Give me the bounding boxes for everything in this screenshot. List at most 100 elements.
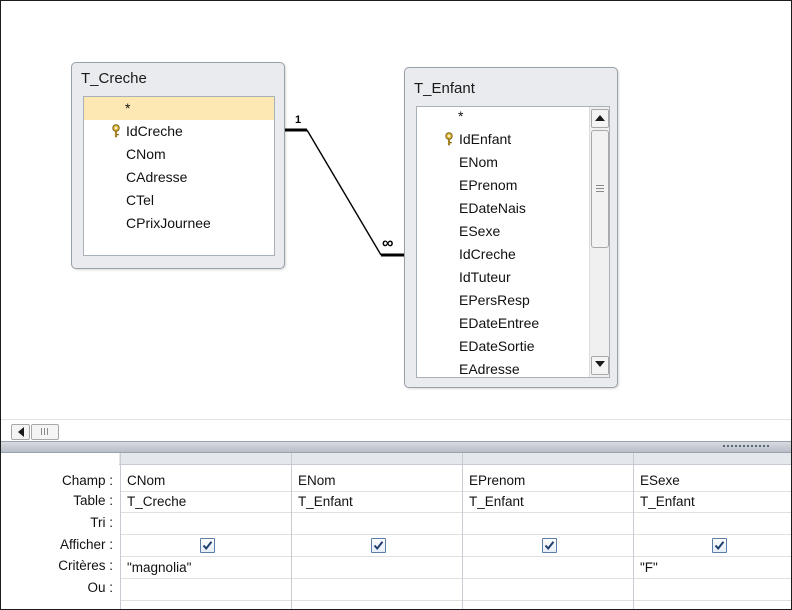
field-row-cprixjournee[interactable]: CPrixJournee xyxy=(84,212,274,235)
table-window-t-enfant[interactable]: T_Enfant * IdEnfant ENom EPrenom EDateNa… xyxy=(404,67,618,388)
field-row-all[interactable]: * xyxy=(84,97,274,120)
criteria-cell[interactable] xyxy=(463,557,634,579)
show-cell xyxy=(121,535,292,557)
field-label: EDateSortie xyxy=(459,338,535,354)
horizontal-scroll-thumb[interactable] xyxy=(31,424,59,440)
field-cell[interactable]: EPrenom xyxy=(463,470,634,492)
field-row-edatenais[interactable]: EDateNais xyxy=(417,197,589,220)
field-cell[interactable]: ENom xyxy=(292,470,463,492)
row-label-champ: Champ : xyxy=(61,473,113,488)
sort-cell[interactable] xyxy=(463,513,634,535)
row-label-ou: Ou : xyxy=(87,580,113,595)
scroll-left-button[interactable] xyxy=(11,424,30,440)
criteria-cell[interactable]: "F" xyxy=(634,557,791,579)
table-cell[interactable]: T_Enfant xyxy=(292,491,463,513)
grid-column-cnom[interactable]: CNom T_Creche "magnolia" xyxy=(120,453,292,609)
or-cell[interactable] xyxy=(463,579,634,601)
table-cell[interactable]: T_Enfant xyxy=(634,491,791,513)
field-row-idenfant[interactable]: IdEnfant xyxy=(417,128,589,151)
arrow-left-icon xyxy=(18,427,24,437)
sort-cell[interactable] xyxy=(121,513,292,535)
field-label: IdEnfant xyxy=(459,131,512,147)
field-cell[interactable]: CNom xyxy=(121,470,292,492)
grid-column-esexe[interactable]: ESexe T_Enfant "F" xyxy=(633,453,791,609)
table-design-area: 1 ∞ T_Creche * IdCreche CNom CAdresse CT… xyxy=(1,1,791,419)
relationship-one-label: 1 xyxy=(295,114,302,126)
table-title-t-creche: T_Creche xyxy=(81,70,147,87)
field-label: EAdresse xyxy=(459,361,520,377)
field-row-edatesortie[interactable]: EDateSortie xyxy=(417,335,589,358)
field-list-t-enfant: * IdEnfant ENom EPrenom EDateNais ESexe xyxy=(416,106,610,378)
row-label-tri: Tri : xyxy=(90,515,113,530)
show-cell xyxy=(292,535,463,557)
field-row-idcreche[interactable]: IdCreche xyxy=(417,243,589,266)
show-checkbox[interactable] xyxy=(541,538,557,553)
criteria-cell[interactable]: "magnolia" xyxy=(121,557,292,579)
show-cell xyxy=(463,535,634,557)
field-label: EDateNais xyxy=(459,200,526,216)
key-icon xyxy=(445,132,453,146)
grid-row-labels: Champ : Table : Tri : Afficher : Critère… xyxy=(1,453,119,609)
relationship-many-label: ∞ xyxy=(382,235,394,252)
table-cell[interactable]: T_Enfant xyxy=(463,491,634,513)
field-row-enom[interactable]: ENom xyxy=(417,151,589,174)
field-row-idcreche[interactable]: IdCreche xyxy=(84,120,274,143)
field-label: * xyxy=(125,100,131,116)
arrow-down-icon xyxy=(595,361,605,367)
query-design-grid: Champ : Table : Tri : Afficher : Critère… xyxy=(1,453,791,609)
splitter-grip[interactable] xyxy=(723,445,769,447)
table-window-t-creche[interactable]: T_Creche * IdCreche CNom CAdresse CTel C… xyxy=(71,62,285,269)
scroll-up-button[interactable] xyxy=(591,109,609,128)
sort-cell[interactable] xyxy=(292,513,463,535)
table-title-t-enfant: T_Enfant xyxy=(414,80,475,97)
or-cell[interactable] xyxy=(121,579,292,601)
vertical-scrollbar[interactable] xyxy=(589,107,609,377)
show-checkbox[interactable] xyxy=(370,538,386,553)
row-label-table: Table : xyxy=(73,493,113,508)
field-cell[interactable]: ESexe xyxy=(634,470,791,492)
arrow-up-icon xyxy=(595,115,605,121)
field-label: EPersResp xyxy=(459,292,530,308)
field-label: CAdresse xyxy=(126,169,188,185)
horizontal-scrollbar[interactable] xyxy=(1,419,791,442)
field-row-esexe[interactable]: ESexe xyxy=(417,220,589,243)
field-label: IdCreche xyxy=(459,246,516,262)
field-label: ESexe xyxy=(459,223,501,239)
criteria-cell[interactable] xyxy=(292,557,463,579)
field-row-ctel[interactable]: CTel xyxy=(84,189,274,212)
field-label: IdCreche xyxy=(126,123,183,139)
key-icon xyxy=(112,124,120,138)
field-label: EPrenom xyxy=(459,177,518,193)
field-row-eadresse[interactable]: EAdresse xyxy=(417,358,589,377)
field-label: EDateEntree xyxy=(459,315,540,331)
pane-splitter[interactable] xyxy=(1,441,791,453)
query-design-window: 1 ∞ T_Creche * IdCreche CNom CAdresse CT… xyxy=(0,0,792,610)
checkmark-icon xyxy=(714,541,725,551)
field-list-t-creche: * IdCreche CNom CAdresse CTel CPrixJourn… xyxy=(83,96,275,256)
field-label: * xyxy=(458,108,464,124)
field-label: CNom xyxy=(126,146,166,162)
show-checkbox[interactable] xyxy=(199,538,215,553)
row-label-afficher: Afficher : xyxy=(59,537,113,552)
field-row-epersresp[interactable]: EPersResp xyxy=(417,289,589,312)
table-cell[interactable]: T_Creche xyxy=(121,491,292,513)
show-cell xyxy=(634,535,791,557)
show-checkbox[interactable] xyxy=(712,538,727,553)
field-row-all[interactable]: * xyxy=(417,107,589,128)
or-cell[interactable] xyxy=(634,579,791,601)
or-cell[interactable] xyxy=(292,579,463,601)
checkmark-icon xyxy=(544,541,554,551)
checkmark-icon xyxy=(202,541,212,551)
scroll-thumb[interactable] xyxy=(591,130,609,248)
field-row-eprenom[interactable]: EPrenom xyxy=(417,174,589,197)
field-row-edateentree[interactable]: EDateEntree xyxy=(417,312,589,335)
field-label: CTel xyxy=(126,192,155,208)
row-label-criteres: Critères : xyxy=(58,558,113,573)
grid-column-enom[interactable]: ENom T_Enfant xyxy=(291,453,463,609)
field-row-cadresse[interactable]: CAdresse xyxy=(84,166,274,189)
grid-column-eprenom[interactable]: EPrenom T_Enfant xyxy=(462,453,634,609)
sort-cell[interactable] xyxy=(634,513,791,535)
field-row-cnom[interactable]: CNom xyxy=(84,143,274,166)
field-row-idtuteur[interactable]: IdTuteur xyxy=(417,266,589,289)
scroll-down-button[interactable] xyxy=(591,356,609,375)
